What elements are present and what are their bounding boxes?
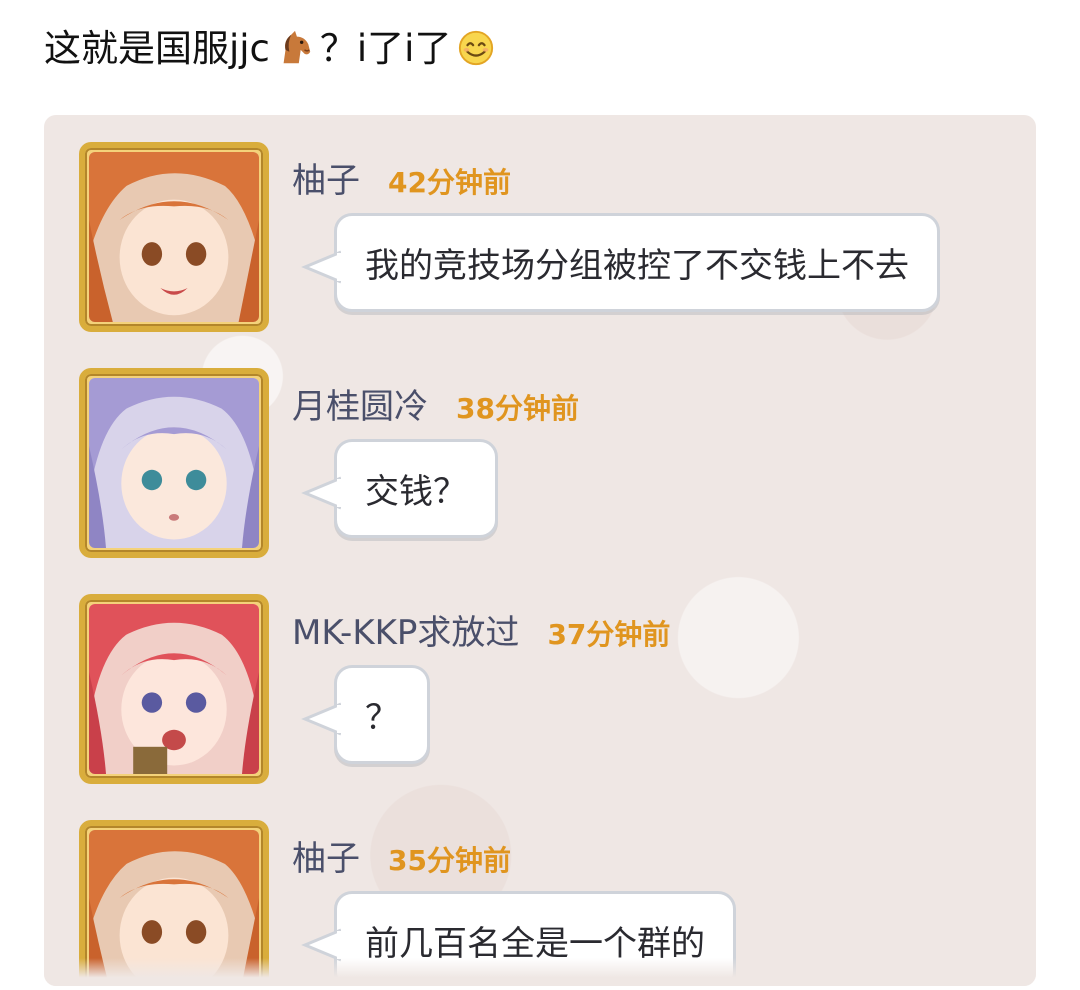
- caption-text-suffix: ？i了i了: [319, 26, 452, 70]
- message-header: 柚子 42分钟前: [292, 153, 511, 202]
- orange-hair-avatar-icon: [89, 152, 259, 322]
- username[interactable]: MK-KKP求放过: [292, 605, 519, 654]
- chat-screenshot: 柚子 42分钟前 我的竞技场分组被控了不交钱上不去 月桂圆冷 38分钟前 交钱？…: [44, 115, 1036, 986]
- lavender-hair-avatar-icon: [89, 378, 259, 548]
- horse-icon: [276, 29, 314, 67]
- timestamp: 38分钟前: [456, 392, 579, 425]
- caption-text-prefix: 这就是国服jjc: [44, 26, 270, 70]
- bubble-tail: [301, 928, 341, 962]
- message-bubble: 交钱？: [301, 439, 498, 538]
- user-avatar[interactable]: [79, 142, 269, 332]
- message-header: 柚子 35分钟前: [292, 831, 511, 880]
- username[interactable]: 柚子: [292, 831, 360, 880]
- bubble-tail: [301, 476, 341, 510]
- message-text: ？: [365, 698, 399, 738]
- bubble-tail: [301, 702, 341, 736]
- smile-icon: [457, 29, 495, 67]
- message-text: 我的竞技场分组被控了不交钱上不去: [365, 246, 909, 286]
- timestamp: 42分钟前: [388, 166, 511, 199]
- user-avatar[interactable]: [79, 594, 269, 784]
- message-bubble: 我的竞技场分组被控了不交钱上不去: [301, 213, 940, 312]
- post-caption: 这就是国服jjc ？i了i了: [44, 22, 495, 74]
- bubble-tail: [301, 250, 341, 284]
- username[interactable]: 月桂圆冷: [292, 379, 428, 428]
- bottom-fade: [44, 958, 1036, 986]
- username[interactable]: 柚子: [292, 153, 360, 202]
- message-header: 月桂圆冷 38分钟前: [292, 379, 579, 428]
- timestamp: 35分钟前: [388, 844, 511, 877]
- message-header: MK-KKP求放过 37分钟前: [292, 605, 670, 654]
- message-text: 交钱？: [365, 472, 467, 512]
- user-avatar[interactable]: [79, 368, 269, 558]
- red-hair-avatar-icon: [89, 604, 259, 774]
- timestamp: 37分钟前: [547, 618, 671, 651]
- message-bubble: ？: [301, 665, 430, 764]
